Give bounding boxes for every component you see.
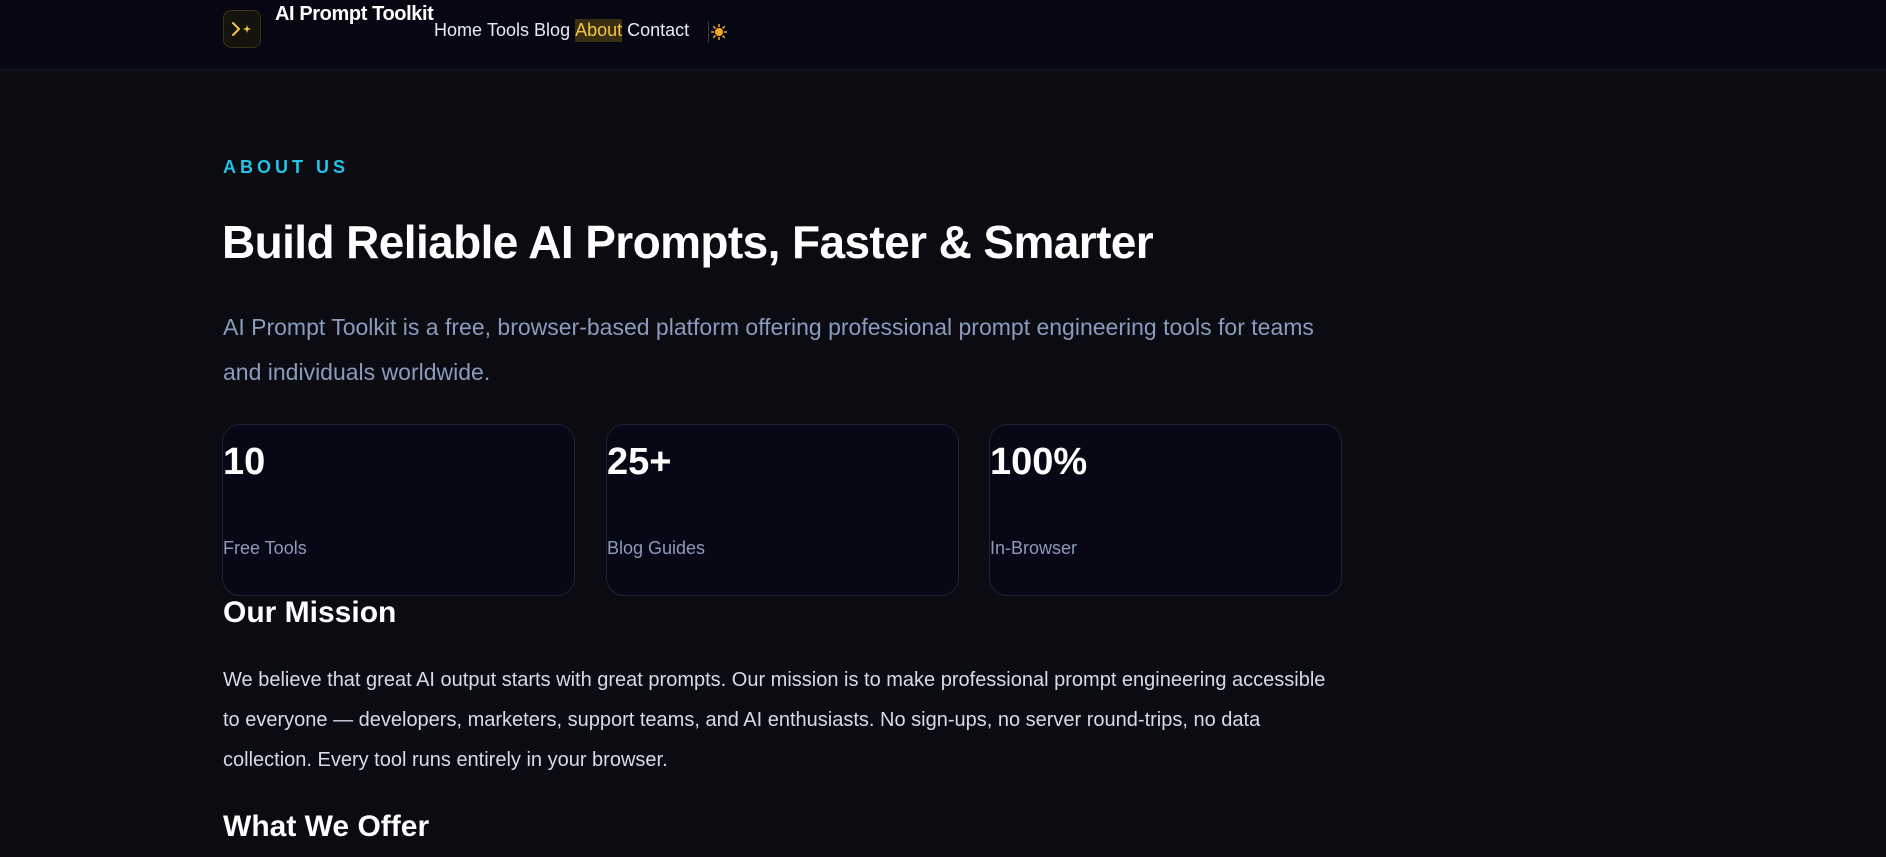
section-eyebrow: ABOUT US bbox=[223, 157, 349, 177]
stat-value: 25+ bbox=[607, 441, 672, 483]
page-title: Build Reliable AI Prompts, Faster & Smar… bbox=[222, 216, 1154, 268]
site-header: AI Prompt Toolkit Home Tools Blog About … bbox=[0, 0, 1886, 70]
lead-paragraph: AI Prompt Toolkit is a free, browser-bas… bbox=[223, 314, 1314, 385]
stat-label: In-Browser bbox=[990, 538, 1078, 558]
offer-heading: What We Offer bbox=[223, 810, 430, 843]
stat-value: 10 bbox=[223, 441, 266, 483]
nav-blog[interactable]: Blog bbox=[534, 19, 570, 42]
nav-contact[interactable]: Contact bbox=[627, 19, 689, 42]
sun-icon bbox=[710, 24, 727, 40]
stat-label: Free Tools bbox=[223, 538, 307, 558]
stat-value: 100% bbox=[990, 441, 1088, 483]
stat-label: Blog Guides bbox=[607, 538, 706, 558]
logo[interactable] bbox=[223, 10, 261, 48]
theme-toggle-button[interactable] bbox=[708, 22, 728, 42]
stat-card-tools: 10 Free Tools bbox=[222, 424, 575, 596]
stat-card-browser: 100% In-Browser bbox=[989, 424, 1342, 596]
stat-card-guides: 25+ Blog Guides bbox=[606, 424, 959, 596]
nav-about[interactable]: About bbox=[575, 19, 623, 42]
mission-heading: Our Mission bbox=[223, 596, 397, 629]
mission-paragraph: We believe that great AI output starts w… bbox=[223, 669, 1326, 771]
brand-name[interactable]: AI Prompt Toolkit bbox=[275, 3, 434, 26]
nav-home[interactable]: Home bbox=[434, 19, 482, 42]
nav-tools[interactable]: Tools bbox=[487, 19, 529, 42]
terminal-sparkle-icon bbox=[232, 22, 251, 36]
main-nav: Home Tools Blog About Contact bbox=[434, 19, 694, 42]
